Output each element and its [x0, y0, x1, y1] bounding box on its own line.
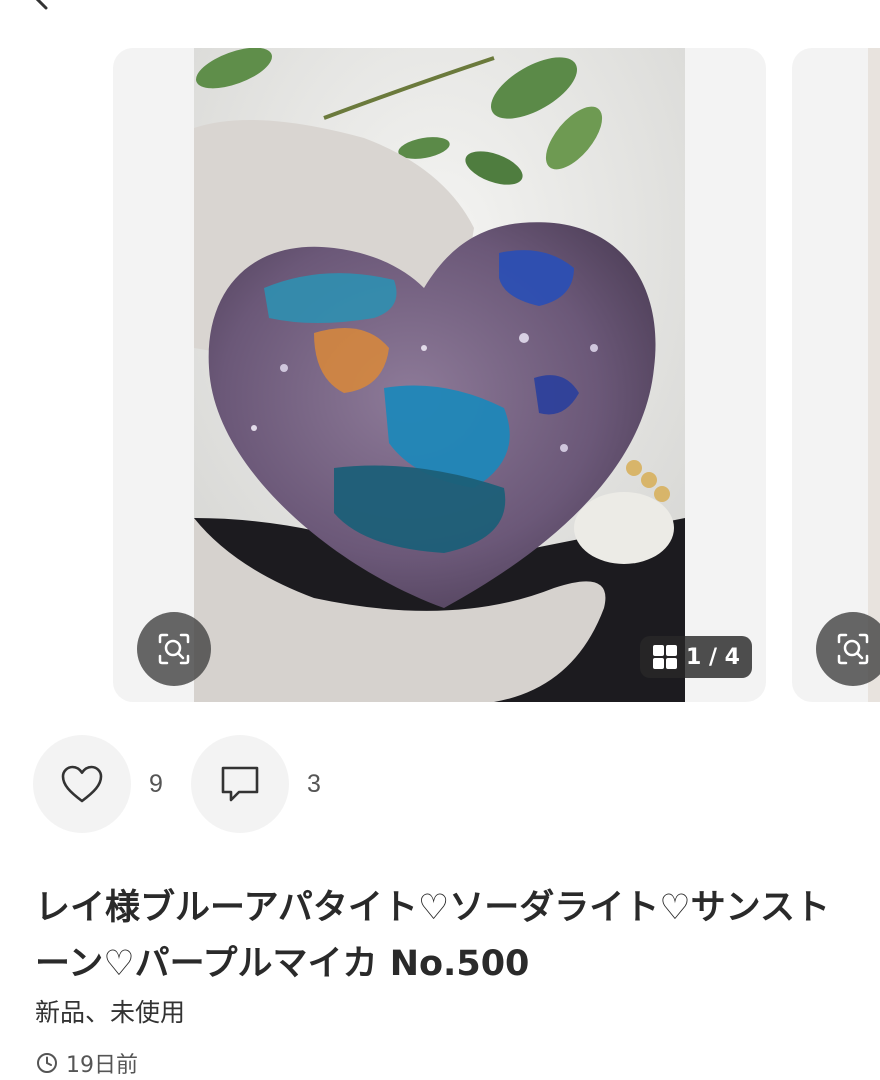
heart-icon [61, 765, 103, 803]
posted-time: 19日前 [36, 1047, 138, 1079]
grid-icon [653, 645, 677, 669]
gallery-card-next[interactable] [792, 48, 880, 702]
product-condition: 新品、未使用 [35, 998, 186, 1027]
back-button[interactable] [30, 0, 54, 10]
image-counter-text: 1 / 4 [686, 644, 740, 670]
like-count: 9 [149, 769, 163, 798]
image-gallery[interactable]: 1 / 4 [0, 48, 880, 702]
like-button[interactable] [33, 735, 131, 833]
next-product-photo [868, 48, 880, 702]
heart-stone-illustration [194, 48, 685, 702]
posted-time-text: 19日前 [66, 1053, 138, 1078]
comment-icon [221, 766, 259, 802]
zoom-search-icon [158, 633, 190, 665]
comment-count: 3 [307, 769, 321, 798]
zoom-search-icon [837, 633, 869, 665]
zoom-button-next[interactable] [816, 612, 880, 686]
comment-button[interactable] [191, 735, 289, 833]
zoom-button[interactable] [137, 612, 211, 686]
clock-icon [37, 1053, 57, 1073]
action-bar: 9 3 [33, 735, 349, 833]
product-photo[interactable] [194, 48, 685, 702]
product-title: レイ様ブルーアパタイト♡ソーダライト♡サンストーン♡パープルマイカ No.500 [35, 888, 830, 984]
chevron-left-icon [35, 0, 48, 10]
gallery-card-current[interactable]: 1 / 4 [113, 48, 766, 702]
image-counter[interactable]: 1 / 4 [640, 636, 752, 678]
